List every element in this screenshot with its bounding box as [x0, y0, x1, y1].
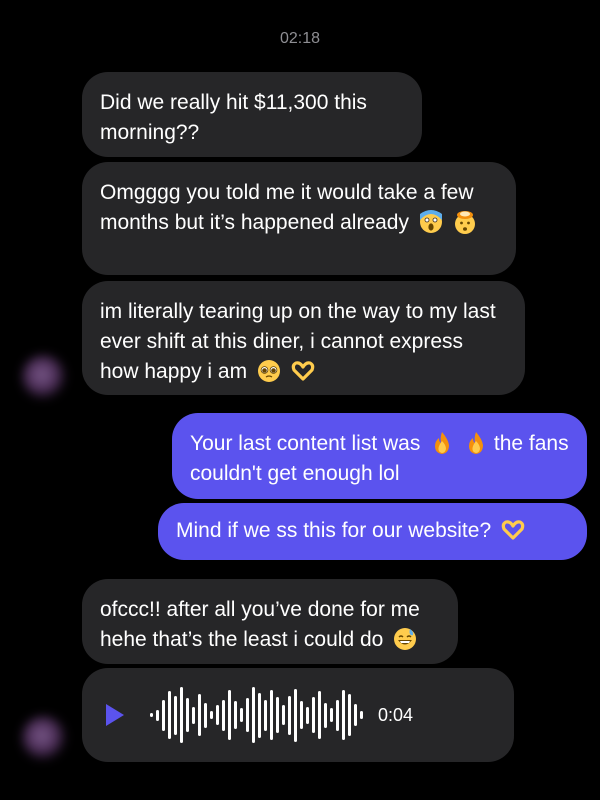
- waveform-bar: [276, 697, 279, 733]
- waveform-bar: [228, 690, 231, 740]
- waveform-bar: [150, 713, 153, 717]
- exploding-head-emoji: [454, 211, 475, 234]
- chat-screen: 02:18 Did we really hit $11,300 this mor…: [0, 0, 600, 800]
- screaming-face-emoji: [419, 210, 442, 233]
- waveform-bar: [186, 698, 189, 732]
- message-text: im literally tearing up on the way to my…: [100, 297, 507, 387]
- incoming-message-bubble[interactable]: Did we really hit $11,300 this morning??: [82, 72, 422, 157]
- waveform-bar: [174, 695, 177, 735]
- waveform-bar: [354, 704, 357, 726]
- waveform-bar: [240, 708, 243, 722]
- message-text-content: ofccc!! after all you’ve done for me heh…: [100, 598, 420, 651]
- message-text: Did we really hit $11,300 this morning??: [100, 91, 367, 144]
- incoming-message-bubble[interactable]: ofccc!! after all you’ve done for me heh…: [82, 579, 458, 664]
- play-icon[interactable]: [106, 704, 124, 726]
- waveform-bar: [270, 690, 273, 740]
- contact-avatar[interactable]: [22, 716, 66, 760]
- waveform-bar: [168, 691, 171, 739]
- waveform-bar: [336, 699, 339, 731]
- message-text: Your last content list was the fans coul…: [190, 429, 569, 489]
- outgoing-message-bubble[interactable]: Mind if we ss this for our website?: [158, 503, 587, 560]
- message-text-content: Omgggg you told me it would take a few m…: [100, 181, 474, 234]
- message-text: ofccc!! after all you’ve done for me heh…: [100, 595, 440, 655]
- message-text-content: Mind if we ss this for our website?: [176, 519, 492, 542]
- waveform-bar: [300, 701, 303, 729]
- fire-emoji: [435, 432, 450, 454]
- waveform-bar: [192, 706, 195, 724]
- waveform-bar: [222, 699, 225, 731]
- incoming-message-bubble[interactable]: Omgggg you told me it would take a few m…: [82, 162, 516, 275]
- waveform-bar: [204, 702, 207, 728]
- waveform-bar: [252, 687, 255, 743]
- outgoing-message-bubble[interactable]: Your last content list was the fans coul…: [172, 413, 587, 499]
- heart-hands-emoji: [501, 520, 525, 540]
- waveform-bar: [294, 688, 297, 742]
- waveform-bar: [318, 691, 321, 739]
- message-timestamp: 02:18: [279, 30, 321, 47]
- contact-avatar[interactable]: [22, 355, 66, 399]
- waveform-bar: [306, 706, 309, 724]
- audio-waveform[interactable]: [150, 685, 366, 745]
- waveform-bar: [342, 690, 345, 740]
- waveform-bar: [180, 687, 183, 743]
- waveform-bar: [282, 705, 285, 725]
- message-text-before: Your last content list was: [190, 432, 421, 455]
- waveform-bar: [258, 692, 261, 738]
- waveform-bar: [360, 711, 363, 719]
- waveform-bar: [210, 711, 213, 719]
- waveform-bar: [288, 695, 291, 735]
- waveform-bar: [312, 697, 315, 733]
- waveform-bar: [324, 702, 327, 728]
- waveform-bar: [156, 709, 159, 721]
- pleading-face-emoji: [257, 360, 280, 382]
- waveform-bar: [198, 694, 201, 736]
- waveform-bar: [216, 705, 219, 725]
- waveform-bar: [162, 699, 165, 731]
- voice-duration: 0:04: [378, 705, 414, 725]
- waveform-bar: [330, 708, 333, 722]
- waveform-bar: [246, 698, 249, 732]
- incoming-message-bubble[interactable]: im literally tearing up on the way to my…: [82, 281, 525, 395]
- fire-emoji: [469, 432, 484, 454]
- waveform-bar: [264, 699, 267, 731]
- waveform-bar: [234, 701, 237, 729]
- voice-message-controls: 0:04: [106, 685, 413, 745]
- grinning-sweat-emoji: [394, 628, 417, 650]
- message-text: Omgggg you told me it would take a few m…: [100, 178, 498, 238]
- heart-hands-emoji: [291, 361, 315, 381]
- message-text: Mind if we ss this for our website?: [176, 516, 569, 546]
- voice-message-bubble[interactable]: 0:04: [82, 668, 514, 762]
- waveform-bar: [348, 694, 351, 736]
